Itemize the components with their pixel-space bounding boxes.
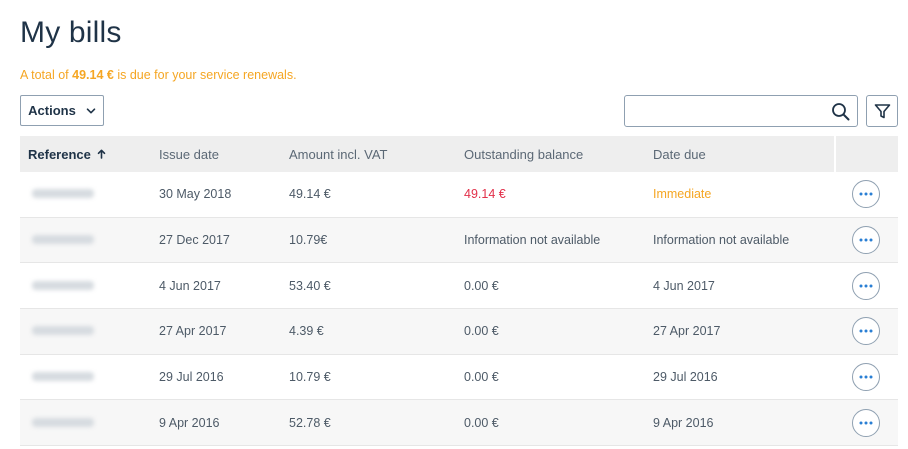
- cell-reference: [20, 187, 159, 201]
- cell-actions: [834, 408, 898, 437]
- row-more-button[interactable]: [852, 317, 880, 346]
- cell-due-date: Immediate: [653, 187, 712, 202]
- cell-actions: [834, 226, 898, 255]
- cell-outstanding: Information not available: [464, 233, 601, 248]
- cell-amount: 53.40 €: [289, 278, 331, 293]
- cell-outstanding: 0.00 €: [464, 278, 499, 293]
- amount-due-notice: A total of 49.14 € is due for your servi…: [20, 68, 297, 82]
- column-header-reference[interactable]: Reference: [20, 147, 159, 162]
- redacted-reference: [32, 326, 94, 336]
- cell-issue-date: 27 Dec 2017: [159, 233, 230, 248]
- filter-button[interactable]: [866, 95, 898, 127]
- cell-issue-date: 4 Jun 2017: [159, 278, 221, 293]
- redacted-reference: [32, 235, 94, 245]
- more-horizontal-icon: [859, 192, 873, 196]
- cell-actions: [834, 271, 898, 300]
- cell-due-date: 4 Jun 2017: [653, 278, 715, 293]
- cell-due-date: 9 Apr 2016: [653, 415, 714, 430]
- cell-issue-date: 29 Jul 2016: [159, 370, 224, 385]
- cell-issue-date: 27 Apr 2017: [159, 324, 227, 339]
- notice-suffix: is due for your service renewals.: [113, 68, 297, 82]
- column-header-actions: [834, 136, 898, 172]
- more-horizontal-icon: [859, 238, 873, 242]
- search-field: [624, 95, 858, 127]
- cell-reference: [20, 233, 159, 247]
- arrow-up-icon: [97, 149, 106, 159]
- column-header-issue-date[interactable]: Issue date: [159, 147, 289, 162]
- table-header: Reference Issue date Amount incl. VAT Ou…: [20, 136, 898, 172]
- cell-outstanding: 0.00 €: [464, 324, 499, 339]
- actions-dropdown-button[interactable]: Actions: [20, 95, 104, 126]
- search-icon[interactable]: [831, 102, 850, 121]
- cell-reference: [20, 370, 159, 384]
- row-more-button[interactable]: [852, 408, 880, 437]
- filter-icon: [874, 103, 891, 120]
- page-title: My bills: [20, 16, 122, 49]
- more-horizontal-icon: [859, 421, 873, 425]
- table-row: 30 May 2018 49.14 € 49.14 € Immediate: [20, 172, 898, 218]
- search-input[interactable]: [631, 100, 825, 124]
- cell-issue-date: 30 May 2018: [159, 187, 232, 202]
- row-more-button[interactable]: [852, 180, 880, 209]
- column-header-due-date[interactable]: Date due: [653, 147, 834, 162]
- redacted-reference: [32, 189, 94, 199]
- actions-button-label: Actions: [28, 103, 76, 118]
- cell-outstanding: 0.00 €: [464, 415, 499, 430]
- cell-amount: 4.39 €: [289, 324, 324, 339]
- cell-due-date: 27 Apr 2017: [653, 324, 721, 339]
- bills-page: My bills A total of 49.14 € is due for y…: [0, 0, 908, 449]
- cell-amount: 49.14 €: [289, 187, 331, 202]
- row-more-button[interactable]: [852, 363, 880, 392]
- row-more-button[interactable]: [852, 226, 880, 255]
- cell-due-date: 29 Jul 2016: [653, 370, 718, 385]
- cell-amount: 10.79€: [289, 233, 328, 248]
- cell-due-date: Information not available: [653, 233, 790, 248]
- more-horizontal-icon: [859, 284, 873, 288]
- cell-reference: [20, 324, 159, 338]
- cell-amount: 10.79 €: [289, 370, 331, 385]
- cell-actions: [834, 317, 898, 346]
- notice-amount: 49.14 €: [72, 68, 114, 82]
- redacted-reference: [32, 280, 94, 290]
- more-horizontal-icon: [859, 329, 873, 333]
- table-row: 27 Dec 2017 10.79€ Information not availab…: [20, 217, 898, 264]
- table-row: 29 Jul 2016 10.79 € 0.00 € 29 Jul 2016: [20, 355, 898, 401]
- table-row: 9 Apr 2016 52.78 € 0.00 € 9 Apr 2016: [20, 400, 898, 447]
- more-horizontal-icon: [859, 375, 873, 379]
- column-header-amount[interactable]: Amount incl. VAT: [289, 147, 464, 162]
- table-row: 4 Jun 2017 53.40 € 0.00 € 4 Jun 2017: [20, 263, 898, 310]
- row-more-button[interactable]: [852, 271, 880, 300]
- table-row: 27 Apr 2017 4.39 € 0.00 € 27 Apr 2017: [20, 309, 898, 355]
- redacted-reference: [32, 372, 94, 382]
- bills-table: Reference Issue date Amount incl. VAT Ou…: [20, 136, 898, 447]
- cell-actions: [834, 363, 898, 392]
- cell-amount: 52.78 €: [289, 415, 331, 430]
- redacted-reference: [32, 417, 94, 427]
- cell-reference: [20, 279, 159, 293]
- column-header-reference-label: Reference: [28, 146, 91, 162]
- cell-issue-date: 9 Apr 2016: [159, 415, 220, 430]
- cell-reference: [20, 416, 159, 430]
- cell-actions: [834, 180, 898, 209]
- table-body: 30 May 2018 49.14 € 49.14 € Immediate 27 Dec…: [20, 172, 898, 447]
- notice-prefix: A total of: [20, 68, 73, 82]
- column-header-outstanding[interactable]: Outstanding balance: [464, 147, 653, 162]
- chevron-down-icon: [86, 106, 96, 116]
- cell-outstanding: 49.14 €: [464, 187, 506, 202]
- cell-outstanding: 0.00 €: [464, 370, 499, 385]
